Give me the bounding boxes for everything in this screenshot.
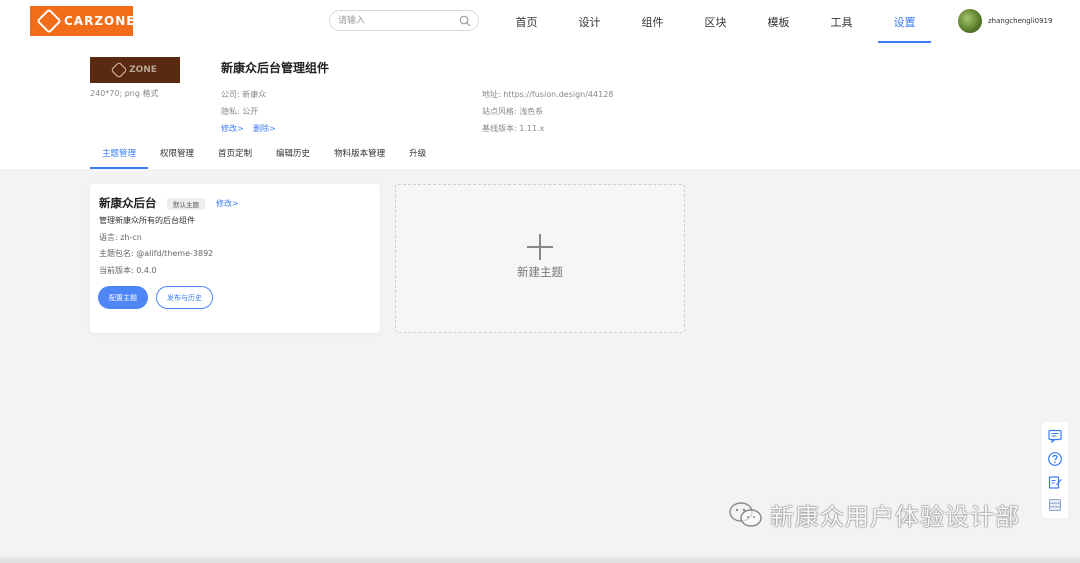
main-nav: 首页 设计 组件 区块 模板 工具 设置 [495, 0, 936, 44]
new-theme-label: 新建主题 [517, 264, 563, 279]
theme-language: 语言: zh-cn [99, 233, 142, 242]
search-box[interactable] [329, 10, 479, 31]
user-menu[interactable]: zhangchengli0919 [958, 9, 1052, 33]
database-icon[interactable] [1047, 497, 1063, 513]
privacy-info: 隐私: 公开 [221, 107, 259, 116]
search-icon[interactable] [459, 15, 471, 27]
tab-homepage-custom[interactable]: 首页定制 [206, 148, 264, 169]
logo-mark-icon [36, 8, 62, 34]
nav-tools[interactable]: 工具 [810, 0, 873, 44]
carzone-logo[interactable]: CARZONE [30, 6, 136, 36]
theme-package-name: 主题包名: @alifd/theme-3892 [99, 249, 214, 258]
bottom-edge [0, 557, 1080, 563]
theme-card: 新康众后台 默认主题 修改> 管理新康众所有的后台组件 语言: zh-cn 主题… [90, 184, 380, 333]
tab-edit-history[interactable]: 编辑历史 [264, 148, 322, 169]
avatar[interactable] [958, 9, 982, 33]
message-icon[interactable] [1047, 428, 1063, 444]
tab-permissions[interactable]: 权限管理 [148, 148, 206, 169]
edit-theme-link[interactable]: 修改> [216, 198, 239, 209]
watermark-text: 新康众用户体验设计部 [770, 503, 1020, 531]
thumbnail-caption: 240*70; png 格式 [90, 89, 159, 98]
address-info: 地址: https://fusion.design/44128 [482, 90, 614, 99]
settings-tabs: 主题管理 权限管理 首页定制 编辑历史 物料版本管理 升级 [90, 148, 438, 169]
nav-design[interactable]: 设计 [558, 0, 621, 44]
default-theme-badge: 默认主题 [167, 198, 205, 210]
tab-theme-management[interactable]: 主题管理 [90, 148, 149, 169]
help-icon[interactable] [1047, 451, 1063, 467]
nav-templates[interactable]: 模板 [747, 0, 810, 44]
wechat-watermark: 新康众用户体验设计部 [728, 497, 1020, 532]
theme-current-version: 当前版本: 0.4.0 [99, 266, 157, 275]
nav-blocks[interactable]: 区块 [684, 0, 747, 44]
configure-theme-button[interactable]: 配置主题 [98, 286, 148, 309]
new-theme-card[interactable]: 新建主题 [395, 184, 685, 333]
project-logo-thumbnail: ZONE [90, 57, 180, 83]
floating-toolbar [1042, 422, 1068, 518]
tab-material-versions[interactable]: 物料版本管理 [322, 148, 397, 169]
theme-description: 管理新康众所有的后台组件 [99, 216, 195, 225]
project-header: ZONE 240*70; png 格式 新康众后台管理组件 公司: 新康众 隐私… [0, 44, 1080, 169]
thumb-logo-text: ZONE [129, 65, 157, 75]
wechat-icon [729, 501, 762, 527]
site-style-info: 站点风格: 浅色系 [482, 107, 544, 116]
theme-title: 新康众后台 [99, 196, 157, 210]
edit-project-link[interactable]: 修改> [221, 123, 244, 134]
edit-doc-icon[interactable] [1047, 474, 1063, 490]
nav-settings[interactable]: 设置 [873, 0, 936, 44]
top-navbar: CARZONE 首页 设计 组件 区块 模板 工具 设置 zhangchengl… [0, 0, 1080, 44]
publish-history-button[interactable]: 发布与历史 [156, 286, 213, 309]
logo-text: CARZONE [64, 14, 136, 28]
plus-icon [527, 233, 553, 260]
search-input[interactable] [338, 14, 458, 28]
tab-upgrade[interactable]: 升级 [397, 148, 438, 169]
company-info: 公司: 新康众 [221, 90, 267, 99]
project-title: 新康众后台管理组件 [221, 61, 330, 75]
base-version-info: 基线版本: 1.11.x [482, 124, 545, 133]
thumb-logo-icon [110, 61, 128, 79]
nav-components[interactable]: 组件 [621, 0, 684, 44]
username: zhangchengli0919 [988, 17, 1053, 25]
delete-project-link[interactable]: 删除> [253, 123, 276, 134]
nav-home[interactable]: 首页 [495, 0, 558, 44]
